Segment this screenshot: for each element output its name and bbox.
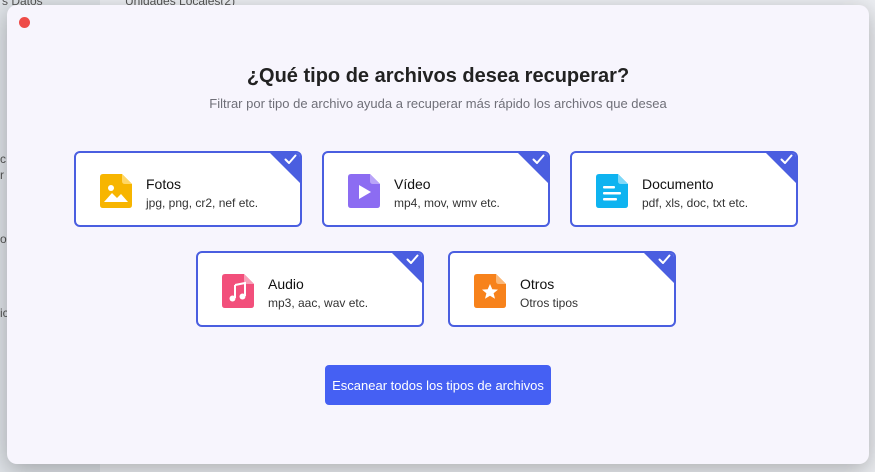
music-icon	[222, 274, 254, 308]
background-fragment: c	[0, 152, 6, 166]
file-type-card-document[interactable]: Documento pdf, xls, doc, txt etc.	[570, 151, 798, 227]
file-type-card-photos[interactable]: Fotos jpg, png, cr2, nef etc.	[74, 151, 302, 227]
star-icon	[474, 274, 506, 308]
card-subtitle: mp4, mov, wmv etc.	[394, 196, 500, 210]
check-icon	[284, 154, 297, 164]
video-icon	[348, 174, 380, 208]
file-type-dialog: ¿Qué tipo de archivos desea recuperar? F…	[7, 5, 869, 464]
dialog-subtitle: Filtrar por tipo de archivo ayuda a recu…	[209, 96, 667, 111]
card-subtitle: jpg, png, cr2, nef etc.	[146, 196, 259, 210]
card-title: Fotos	[146, 176, 182, 192]
card-title: Vídeo	[394, 176, 431, 192]
check-icon	[658, 254, 671, 264]
document-icon	[596, 174, 628, 208]
file-type-card-audio[interactable]: Audio mp3, aac, wav etc.	[196, 251, 424, 327]
check-icon	[406, 254, 419, 264]
card-title: Audio	[268, 276, 304, 292]
close-button[interactable]	[19, 17, 30, 28]
card-subtitle: Otros tipos	[520, 296, 579, 310]
card-subtitle: pdf, xls, doc, txt etc.	[642, 196, 749, 210]
background-fragment: o	[0, 232, 7, 246]
file-type-card-others[interactable]: Otros Otros tipos	[448, 251, 676, 327]
check-icon	[780, 154, 793, 164]
check-icon	[532, 154, 545, 164]
background-fragment: r	[0, 168, 4, 182]
card-title: Otros	[520, 276, 555, 292]
file-type-card-video[interactable]: Vídeo mp4, mov, wmv etc.	[322, 151, 550, 227]
image-icon	[100, 174, 132, 208]
scan-all-button[interactable]: Escanear todos los tipos de archivos	[325, 365, 551, 405]
card-title: Documento	[642, 176, 714, 192]
dialog-title: ¿Qué tipo de archivos desea recuperar?	[246, 65, 630, 87]
card-subtitle: mp3, aac, wav etc.	[268, 296, 369, 310]
